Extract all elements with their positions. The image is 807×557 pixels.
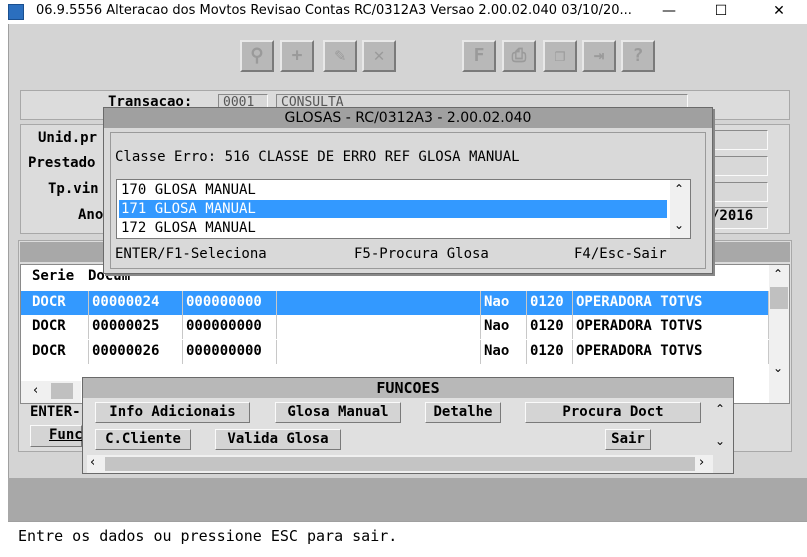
table-row[interactable]: DOCR 00000026 000000000 Nao 0120 OPERADO… (21, 340, 769, 364)
cell-serie: DOCR (29, 340, 89, 364)
app-icon (8, 4, 24, 20)
scroll-up-icon[interactable]: ⌃ (674, 182, 684, 196)
cell-code: 0120 (527, 291, 573, 315)
close-button[interactable]: ✕ (756, 0, 802, 24)
list-item[interactable]: 170 GLOSA MANUAL (119, 181, 667, 199)
cell-documento: 00000024 (89, 291, 183, 315)
hint-search: F5-Procura Glosa (354, 246, 489, 262)
cell-documento: 00000026 (89, 340, 183, 364)
cell-col4 (277, 340, 481, 364)
scroll-down-icon[interactable]: ⌄ (674, 218, 684, 232)
cell-status: Nao (481, 291, 527, 315)
cell-documento: 00000025 (89, 315, 183, 339)
date-field[interactable]: /2016 (706, 207, 768, 229)
cell-operadora: OPERADORA TOTVS (573, 291, 769, 315)
column-header-serie[interactable]: Serie (29, 265, 89, 289)
tpvin-label: Tp.vin (48, 181, 99, 197)
scroll-left-icon[interactable]: ‹ (33, 383, 38, 398)
funcoes-hscroll-thumb[interactable] (105, 457, 695, 471)
scroll-up-icon[interactable]: ⌃ (715, 402, 725, 416)
print-icon[interactable]: ⎙ (502, 40, 536, 72)
help-icon[interactable]: ? (621, 40, 655, 72)
toolbar (18, 36, 803, 88)
info-adicionais-button[interactable]: Info Adicionais (95, 402, 250, 423)
funcoes-title: FUNCOES (83, 378, 733, 398)
c-cliente-button[interactable]: C.Cliente (95, 429, 191, 450)
enter-hint-label: ENTER- (30, 404, 81, 420)
funcoes-panel: FUNCOES Info Adicionais Glosa Manual Det… (82, 377, 734, 474)
table-scroll-thumb[interactable] (770, 287, 788, 309)
scroll-right-icon[interactable]: › (699, 455, 704, 470)
hint-exit: F4/Esc-Sair (574, 246, 667, 262)
cell-seq: 000000000 (183, 315, 277, 339)
glosas-list[interactable]: 170 GLOSA MANUAL 171 GLOSA MANUAL 172 GL… (116, 179, 691, 239)
cell-col4 (277, 291, 481, 315)
cell-seq: 000000000 (183, 291, 277, 315)
copy-icon[interactable]: ❐ (543, 40, 577, 72)
table-row[interactable]: DOCR 00000024 000000000 Nao 0120 OPERADO… (21, 291, 769, 315)
cell-status: Nao (481, 315, 527, 339)
glosa-manual-button[interactable]: Glosa Manual (275, 402, 401, 423)
table-hscroll-thumb[interactable] (51, 383, 73, 399)
status-message: Entre os dados ou pressione ESC para sai… (18, 527, 398, 545)
left-edge (0, 24, 8, 557)
cell-operadora: OPERADORA TOTVS (573, 340, 769, 364)
cell-status: Nao (481, 340, 527, 364)
glosas-dialog: GLOSAS - RC/0312A3 - 2.00.02.040 Classe … (103, 107, 713, 274)
edit-icon[interactable]: ✎ (323, 40, 357, 72)
unid-field[interactable] (706, 130, 768, 150)
scroll-left-icon[interactable]: ‹ (90, 455, 95, 470)
delete-icon[interactable]: ✕ (362, 40, 396, 72)
cell-operadora: OPERADORA TOTVS (573, 315, 769, 339)
scroll-down-icon[interactable]: ⌄ (715, 434, 725, 448)
add-icon[interactable]: + (280, 40, 314, 72)
table-vertical-scrollbar[interactable] (769, 265, 789, 403)
prestador-label: Prestado (28, 155, 96, 171)
funcoes-button-label: Func (49, 427, 83, 443)
classe-erro-text: Classe Erro: 516 CLASSE DE ERRO REF GLOS… (115, 149, 520, 165)
ano-label: Ano (78, 207, 104, 223)
table-row[interactable]: DOCR 00000025 000000000 Nao 0120 OPERADO… (21, 315, 769, 339)
detalhe-button[interactable]: Detalhe (425, 402, 501, 423)
minimize-button[interactable]: — (646, 0, 692, 24)
cell-serie: DOCR (29, 291, 89, 315)
filter-icon[interactable]: F (462, 40, 496, 72)
funcoes-button[interactable]: Func (30, 425, 83, 447)
prestador-field[interactable] (706, 156, 768, 176)
procura-doct-button[interactable]: Procura Doct (525, 402, 701, 423)
tpvin-field[interactable] (706, 182, 768, 202)
hint-select: ENTER/F1-Seleciona (115, 246, 267, 262)
glosas-dialog-title: GLOSAS - RC/0312A3 - 2.00.02.040 (104, 108, 712, 128)
cell-col4 (277, 315, 481, 339)
list-item[interactable]: 172 GLOSA MANUAL (119, 219, 667, 237)
unid-label: Unid.pr (38, 130, 98, 146)
cell-seq: 000000000 (183, 340, 277, 364)
valida-glosa-button[interactable]: Valida Glosa (215, 429, 341, 450)
scroll-up-icon[interactable]: ⌃ (773, 267, 783, 281)
scroll-down-icon[interactable]: ⌄ (773, 361, 783, 375)
sair-button[interactable]: Sair (605, 429, 651, 450)
cell-code: 0120 (527, 340, 573, 364)
list-item[interactable]: 171 GLOSA MANUAL (119, 200, 667, 218)
window-title: 06.9.5556 Alteracao dos Movtos Revisao C… (36, 3, 632, 18)
exit-icon[interactable]: ⇥ (582, 40, 616, 72)
cell-code: 0120 (527, 315, 573, 339)
cell-serie: DOCR (29, 315, 89, 339)
bottom-bar (8, 478, 807, 521)
search-key-icon[interactable]: ⚲ (240, 40, 274, 72)
maximize-button[interactable]: ☐ (698, 0, 744, 24)
